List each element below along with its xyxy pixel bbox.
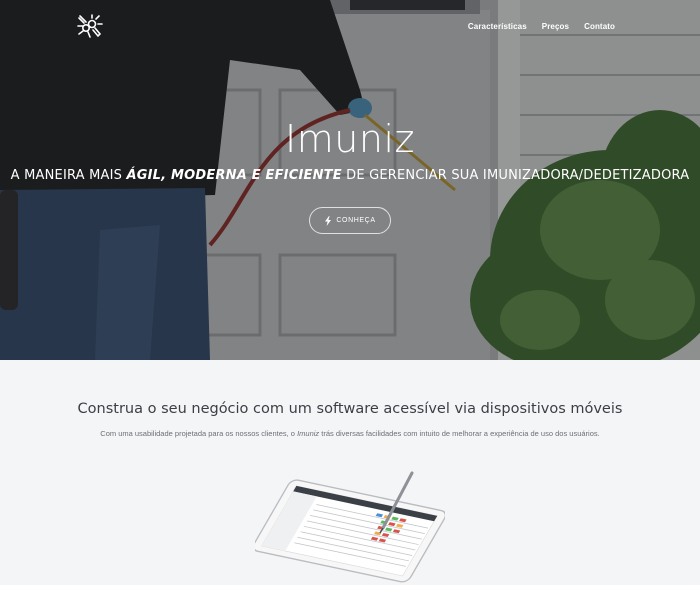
feature-description: Com uma usabilidade projetada para os no…	[0, 429, 700, 438]
nav-links: Características Preços Contato	[468, 22, 615, 31]
feature-title: Construa o seu negócio com um software a…	[77, 401, 623, 417]
lightning-bolt-icon	[325, 215, 332, 226]
feature-text-start: Com uma usabilidade projetada para os no…	[100, 429, 298, 438]
top-navbar: Características Preços Contato	[0, 0, 700, 56]
nav-link-features[interactable]: Características	[468, 22, 527, 31]
hero-subtitle-start: A MANEIRA MAIS	[10, 168, 127, 183]
cta-conheca-button[interactable]: CONHEÇA	[309, 207, 391, 234]
pest-control-logo-icon[interactable]	[76, 14, 104, 40]
feature-section: Construa o seu negócio com um software a…	[0, 360, 700, 585]
tablet-with-stylus-illustration	[255, 471, 445, 583]
page-bottom-band	[0, 585, 700, 600]
feature-text-brand: Imuniz	[297, 429, 320, 438]
cta-label: CONHEÇA	[336, 217, 376, 224]
hero-subtitle: A MANEIRA MAIS ÁGIL, MODERNA E EFICIENTE…	[0, 168, 700, 183]
hero-section: Características Preços Contato Imuniz A …	[0, 0, 700, 360]
hero-subtitle-end: DE GERENCIAR SUA IMUNIZADORA/DEDETIZADOR…	[341, 168, 690, 183]
nav-link-contact[interactable]: Contato	[584, 22, 615, 31]
nav-link-pricing[interactable]: Preços	[542, 22, 569, 31]
hero-title: Imuniz	[285, 117, 415, 161]
hero-subtitle-highlight: ÁGIL, MODERNA E EFICIENTE	[126, 168, 342, 183]
feature-text-end: trás diversas facilidades com intuito de…	[319, 429, 600, 438]
